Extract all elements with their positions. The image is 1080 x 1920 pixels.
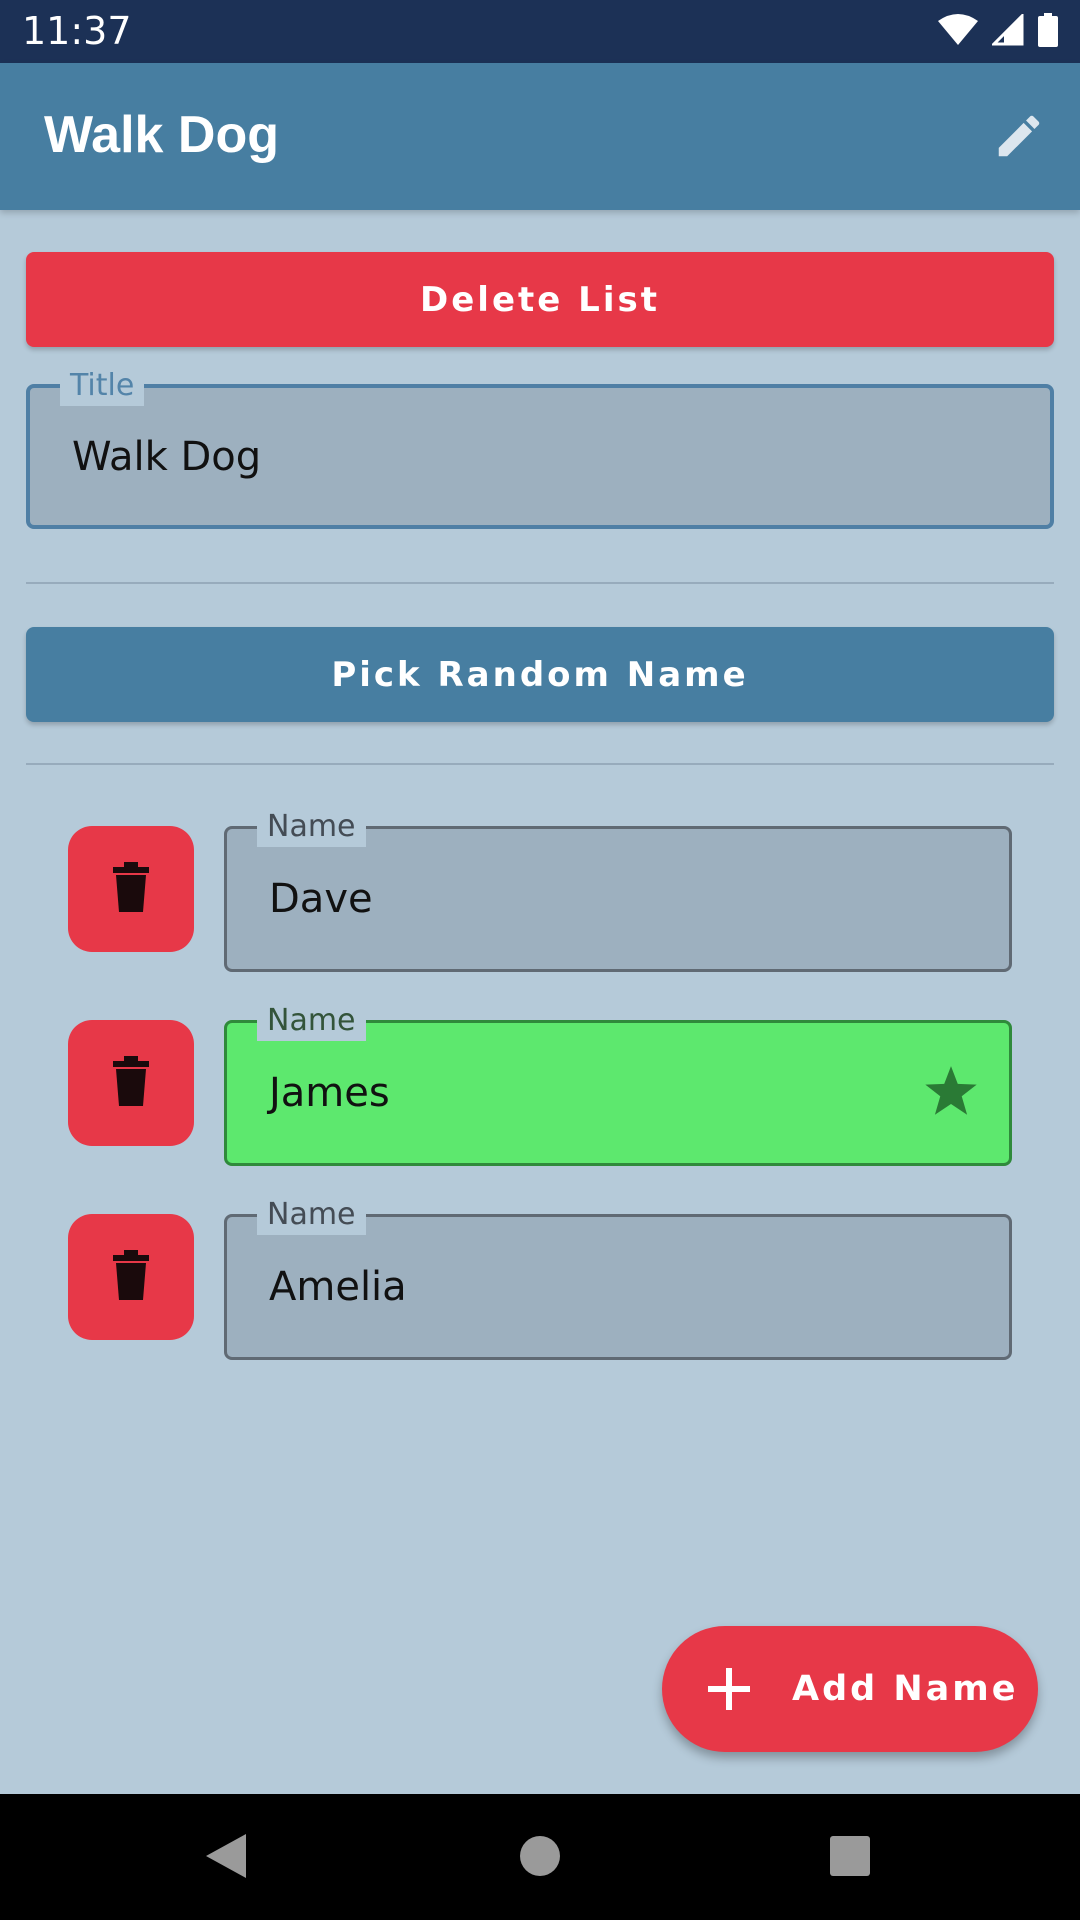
trash-icon xyxy=(111,862,151,916)
title-field[interactable]: Title Walk Dog xyxy=(26,366,1054,529)
divider xyxy=(26,582,1054,584)
pick-random-name-button[interactable]: Pick Random Name xyxy=(26,627,1054,722)
battery-icon xyxy=(1038,13,1058,51)
wifi-icon xyxy=(938,14,978,50)
home-icon xyxy=(518,1834,562,1882)
add-name-button[interactable]: Add Name xyxy=(662,1626,1038,1752)
edit-button[interactable] xyxy=(984,103,1054,173)
recents-icon xyxy=(829,1835,871,1881)
name-field-value[interactable]: James xyxy=(269,1023,390,1163)
trash-icon xyxy=(111,1250,151,1304)
name-field-selected[interactable]: Name James xyxy=(224,1001,1012,1166)
status-time: 11:37 xyxy=(22,9,132,53)
app-title: Walk Dog xyxy=(44,106,279,164)
back-icon xyxy=(202,1831,250,1885)
navigation-bar xyxy=(0,1794,1080,1920)
name-field[interactable]: Name Amelia xyxy=(224,1195,1012,1360)
name-field-value[interactable]: Amelia xyxy=(269,1217,407,1357)
status-icons xyxy=(938,12,1058,52)
back-button[interactable] xyxy=(194,1826,258,1890)
title-field-value[interactable]: Walk Dog xyxy=(72,388,261,525)
trash-icon xyxy=(111,1056,151,1110)
divider xyxy=(26,763,1054,765)
name-field-value[interactable]: Dave xyxy=(269,829,373,969)
pencil-icon xyxy=(992,109,1046,167)
delete-name-button[interactable] xyxy=(68,1214,194,1340)
recents-button[interactable] xyxy=(818,1826,882,1890)
signal-icon xyxy=(990,12,1024,50)
delete-name-button[interactable] xyxy=(68,1020,194,1146)
status-bar: 11:37 xyxy=(0,0,1080,63)
home-button[interactable] xyxy=(508,1826,572,1890)
plus-icon xyxy=(704,1664,754,1718)
app-bar: Walk Dog xyxy=(0,63,1080,210)
star-icon xyxy=(923,1023,979,1163)
add-name-label: Add Name xyxy=(792,1669,1019,1709)
delete-name-button[interactable] xyxy=(68,826,194,952)
name-field[interactable]: Name Dave xyxy=(224,807,1012,972)
delete-list-button[interactable]: Delete List xyxy=(26,252,1054,347)
